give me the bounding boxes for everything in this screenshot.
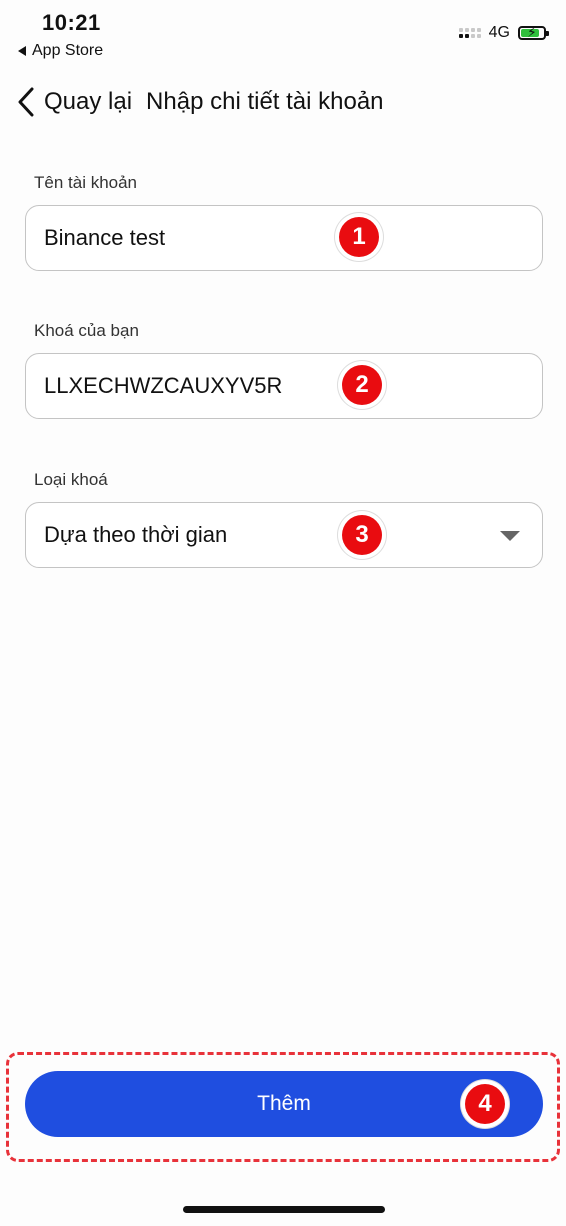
key-value: LLXECHWZCAUXYV5R xyxy=(44,373,283,398)
step-marker-2: 2 xyxy=(338,361,386,409)
screen: 10:21 App Store 4G ⚡ Quay lại Nhập chi t… xyxy=(0,0,566,1226)
status-time: 10:21 xyxy=(42,10,101,35)
page-title: Nhập chi tiết tài khoản xyxy=(146,88,384,115)
back-to-app-store[interactable]: App Store xyxy=(18,42,103,60)
back-triangle-icon xyxy=(18,46,26,56)
home-indicator[interactable] xyxy=(183,1206,385,1213)
account-name-label: Tên tài khoản xyxy=(34,173,138,192)
chevron-left-icon[interactable] xyxy=(12,85,40,119)
key-type-select[interactable]: Dựa theo thời gian xyxy=(25,502,543,568)
step-marker-4: 4 xyxy=(461,1080,509,1128)
key-type-label: Loại khoá xyxy=(34,470,108,489)
dropdown-arrow-icon xyxy=(500,531,520,541)
back-app-label: App Store xyxy=(32,42,104,59)
step-marker-1: 1 xyxy=(335,213,383,261)
key-label: Khoá của bạn xyxy=(34,321,139,340)
key-type-value: Dựa theo thời gian xyxy=(44,522,228,547)
add-button-label: Thêm xyxy=(257,1092,311,1115)
signal-icon xyxy=(458,28,481,38)
key-input[interactable]: LLXECHWZCAUXYV5R xyxy=(25,353,543,419)
status-indicators: 4G ⚡ xyxy=(458,24,549,42)
step-marker-3: 3 xyxy=(338,511,386,559)
back-button[interactable]: Quay lại xyxy=(44,88,132,116)
account-name-input[interactable]: Binance test xyxy=(25,205,543,271)
network-label: 4G xyxy=(488,24,510,41)
nav-header: Quay lại Nhập chi tiết tài khoản xyxy=(12,82,384,122)
battery-icon: ⚡ xyxy=(518,25,549,40)
account-name-value: Binance test xyxy=(44,225,166,250)
